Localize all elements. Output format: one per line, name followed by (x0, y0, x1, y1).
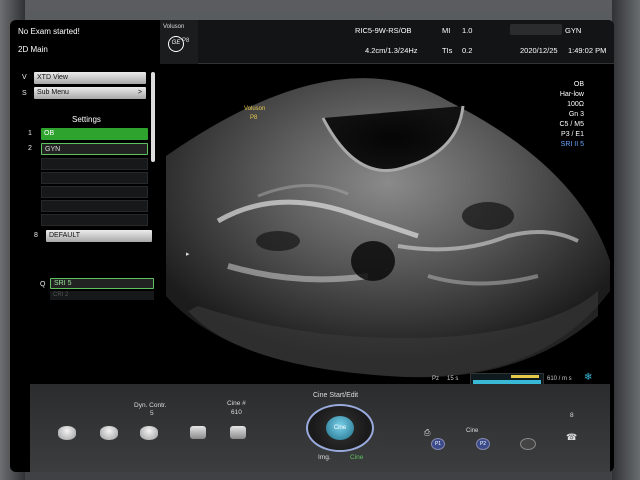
param-gain: Gn 3 (568, 111, 584, 118)
preset-slot-4[interactable] (41, 172, 148, 184)
param-harmonics: Har-low (559, 91, 584, 98)
dyn-contr-label: Dyn. Contr. (134, 402, 167, 409)
preset-slot-3[interactable] (41, 158, 148, 170)
dyn-contr-knob[interactable] (140, 426, 158, 440)
probe-settings: RIC5-9W-RS/OB (355, 26, 412, 35)
param-sri: SRI II 5 (560, 141, 584, 148)
param-c-m: C5 / M5 (559, 121, 584, 128)
xtd-view-button[interactable]: XTD View (34, 72, 146, 84)
cine-trackball-center[interactable]: Cine (326, 416, 354, 440)
bottom-control-panel: Dyn. Contr. 5 Cine # 610 Cine Start/Edit… (30, 384, 610, 472)
exam-date: 2020/12/25 (520, 46, 558, 55)
settings-title: Settings (72, 115, 101, 124)
exam-time: 1:49:02 PM (568, 46, 607, 55)
preset-number-1: 1 (28, 130, 32, 137)
softkey-1[interactable] (190, 426, 206, 439)
tis-label: TIs (442, 46, 453, 55)
cine-trackball-ring[interactable]: Cine (306, 404, 374, 452)
param-p-e: P3 / E1 (561, 131, 584, 138)
app-suffix: GYN (565, 26, 582, 35)
bezel-right-edge (612, 0, 640, 480)
cine-duration: 15 s (447, 376, 459, 382)
cine-bar-label: Pz (432, 376, 440, 382)
mode-label: 2D Main (18, 45, 48, 54)
ge-logo: Voluson GE P8 (160, 20, 198, 64)
image-count: 8 (570, 412, 574, 419)
tis-value: 0.2 (462, 46, 473, 55)
key-s: S (22, 90, 27, 97)
preset-slot-7[interactable] (41, 214, 148, 226)
cri-selector[interactable]: CRI 2 (50, 291, 154, 300)
patient-name-redacted (510, 24, 562, 35)
cine-number-value: 610 (231, 409, 242, 416)
cine-mode-label: Cine (350, 454, 364, 461)
dyn-contr-value: 5 (150, 410, 154, 417)
softkey-cine-number[interactable] (230, 426, 246, 439)
save-button[interactable] (520, 438, 536, 450)
param-dynamic: 100Ω (567, 101, 584, 108)
image-brand-label: Voluson (244, 106, 265, 112)
ultrasound-image[interactable]: Voluson P8 (158, 76, 614, 396)
control-knob-1[interactable] (58, 426, 76, 440)
probe-name: P8 (182, 38, 190, 44)
key-q: Q (40, 281, 46, 288)
cine-small-label: Cine (466, 428, 479, 434)
menu-scrollbar[interactable] (151, 72, 155, 162)
p1-button[interactable]: P1 (431, 438, 445, 450)
default-preset-button[interactable]: DEFAULT (46, 230, 152, 242)
control-knob-2[interactable] (100, 426, 118, 440)
p2-button[interactable]: P2 (476, 438, 490, 450)
depth-info: 4.2cm/1.3/24Hz (365, 46, 418, 55)
image-probe-label: P8 (250, 115, 258, 121)
preset-ob-button[interactable]: OB (41, 128, 148, 140)
print-icon: ⎙ (424, 428, 431, 437)
cine-frame-info: 610 / m s (547, 376, 572, 382)
exam-status: No Exam started! (18, 27, 80, 36)
cine-progress-marker (511, 375, 539, 378)
sub-menu-label: Sub Menu (37, 89, 69, 96)
snowflake-icon[interactable]: ❄ (584, 372, 592, 383)
brand-name: Voluson (163, 24, 185, 30)
preset-number-2: 2 (28, 145, 32, 152)
phone-icon[interactable]: ☎ (566, 432, 577, 443)
sri-selector[interactable]: SRI 5 (50, 278, 154, 289)
preset-slot-5[interactable] (41, 186, 148, 198)
preset-slot-6[interactable] (41, 200, 148, 212)
preset-number-8: 8 (34, 232, 38, 239)
cine-number-label: Cine # (227, 400, 246, 407)
mi-value: 1.0 (462, 26, 473, 35)
preset-gyn-button[interactable]: GYN (41, 143, 148, 155)
header-bar: Voluson GE P8 RIC5-9W-RS/OB 4.2cm/1.3/24… (160, 20, 614, 64)
param-app: OB (573, 81, 584, 88)
img-label: Img. (318, 454, 331, 461)
focus-marker-icon: ▸ (186, 251, 190, 258)
sub-menu-button[interactable]: Sub Menu > (34, 87, 146, 99)
chevron-right-icon: > (137, 89, 142, 96)
cine-start-edit-label: Cine Start/Edit (313, 392, 359, 399)
key-v: V (22, 74, 27, 81)
mi-label: MI (442, 26, 451, 35)
